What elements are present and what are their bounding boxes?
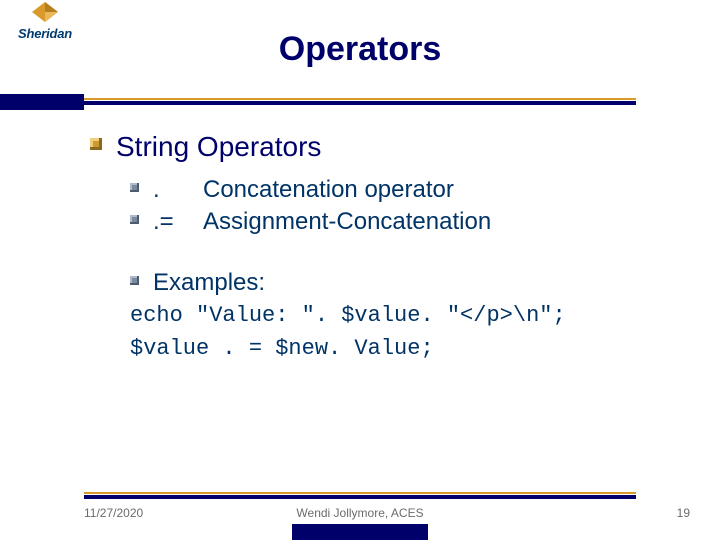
footer-rule-gold (84, 492, 636, 494)
operator-row: .= Assignment-Concatenation (130, 206, 680, 238)
slide-title: Operators (0, 6, 720, 69)
code-line: $value . = $new. Value; (130, 332, 680, 365)
slide-header: Sheridan Operators (0, 0, 720, 100)
footer-page-number: 19 (677, 506, 690, 520)
footer-rule-navy (84, 495, 636, 499)
section-heading-row: String Operators (90, 128, 680, 166)
examples-heading-row: Examples: (130, 267, 680, 299)
bullet-icon (130, 215, 139, 224)
slide: Sheridan Operators String Operators . Co… (0, 0, 720, 540)
header-rule-gold (84, 98, 636, 100)
footer-author: Wendi Jollymore, ACES (296, 506, 423, 520)
footer-date: 11/27/2020 (84, 506, 143, 520)
slide-body: String Operators . Concatenation operato… (90, 128, 680, 365)
operator-description: Concatenation operator (203, 174, 454, 206)
operator-description: Assignment-Concatenation (203, 206, 491, 238)
footer-accent-strip (292, 524, 428, 540)
bullet-icon (90, 138, 102, 150)
diamond-icon (30, 0, 60, 24)
bullet-icon (130, 276, 139, 285)
header-accent-strip (0, 94, 84, 110)
examples-label: Examples: (153, 267, 265, 299)
slide-footer: 11/27/2020 Wendi Jollymore, ACES 19 (0, 492, 720, 540)
operator-row: . Concatenation operator (130, 174, 680, 206)
code-line: echo "Value: ". $value. "</p>\n"; (130, 299, 680, 332)
logo-text: Sheridan (6, 26, 84, 41)
sheridan-logo: Sheridan (6, 0, 84, 41)
operator-symbol: . (153, 174, 203, 206)
bullet-icon (130, 183, 139, 192)
section-heading: String Operators (116, 128, 321, 166)
header-rule-navy (84, 101, 636, 105)
operator-symbol: .= (153, 206, 203, 238)
